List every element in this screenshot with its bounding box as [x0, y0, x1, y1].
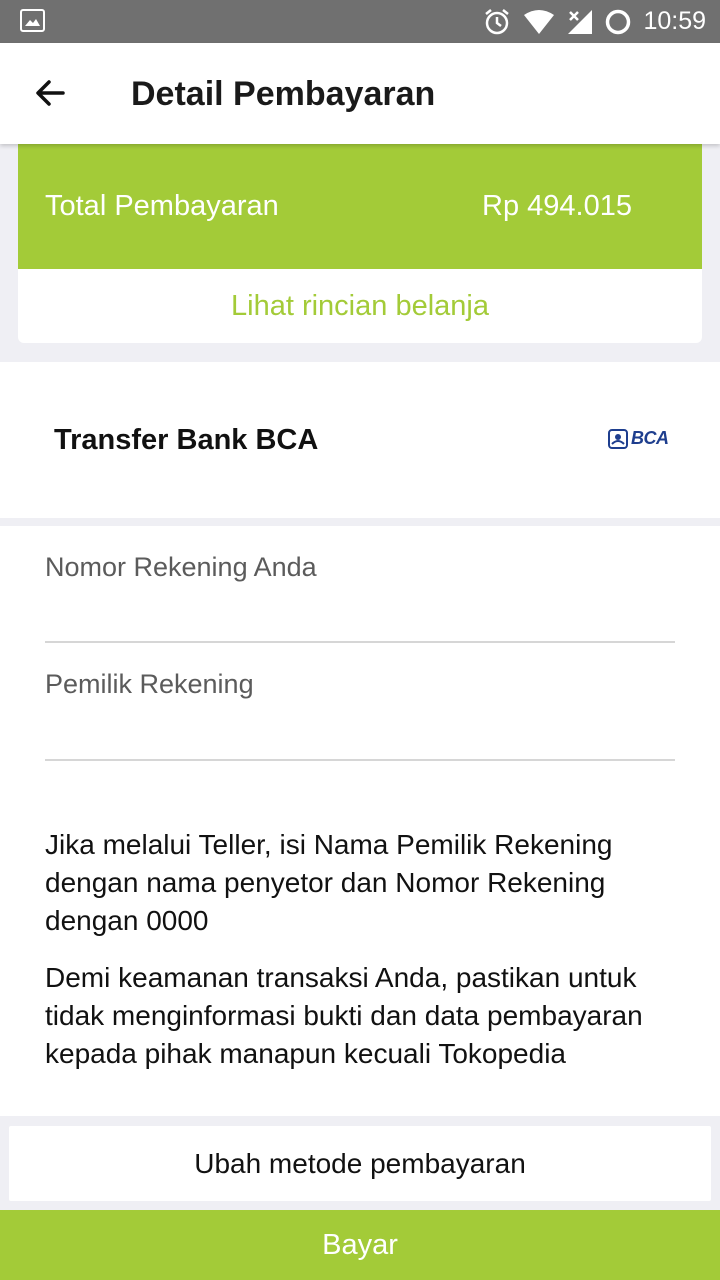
back-arrow-icon [35, 79, 65, 111]
app-bar: Detail Pembayaran [0, 43, 720, 144]
bca-logo-icon [608, 428, 628, 449]
payment-method-panel: Transfer Bank BCA BCA [0, 362, 720, 518]
sync-icon [605, 9, 631, 35]
bca-logo: BCA [608, 428, 669, 449]
view-details-link[interactable]: Lihat rincian belanja [18, 269, 702, 343]
teller-note: Jika melalui Teller, isi Nama Pemilik Re… [45, 829, 613, 936]
page-title: Detail Pembayaran [131, 75, 436, 113]
alarm-icon [483, 8, 511, 36]
status-bar: 10:59 [0, 0, 720, 43]
account-number-label: Nomor Rekening Anda [45, 552, 317, 582]
wifi-icon [523, 9, 555, 35]
pay-button[interactable]: Bayar [0, 1210, 720, 1280]
total-payment-banner: Total Pembayaran Rp 494.015 [18, 144, 702, 269]
change-payment-method-button[interactable]: Ubah metode pembayaran [9, 1126, 711, 1201]
total-label: Total Pembayaran [45, 190, 279, 222]
account-owner-input[interactable] [45, 719, 675, 753]
total-payment-card: Total Pembayaran Rp 494.015 Lihat rincia… [18, 144, 702, 343]
account-owner-field: Pemilik Rekening [45, 643, 675, 761]
account-number-field: Nomor Rekening Anda [45, 526, 675, 643]
security-note: Demi keamanan transaksi Anda, pastikan u… [45, 962, 643, 1069]
signal-icon [567, 9, 593, 35]
account-number-input[interactable] [45, 601, 675, 635]
status-time: 10:59 [643, 7, 706, 35]
account-form: Nomor Rekening Anda Pemilik Rekening Jik… [0, 526, 720, 1116]
gallery-icon [20, 9, 45, 32]
payment-method-name: Transfer Bank BCA [54, 424, 319, 456]
back-button[interactable] [24, 69, 76, 121]
bca-logo-text: BCA [631, 428, 669, 448]
total-amount: Rp 494.015 [482, 190, 632, 222]
account-owner-label: Pemilik Rekening [45, 669, 254, 699]
